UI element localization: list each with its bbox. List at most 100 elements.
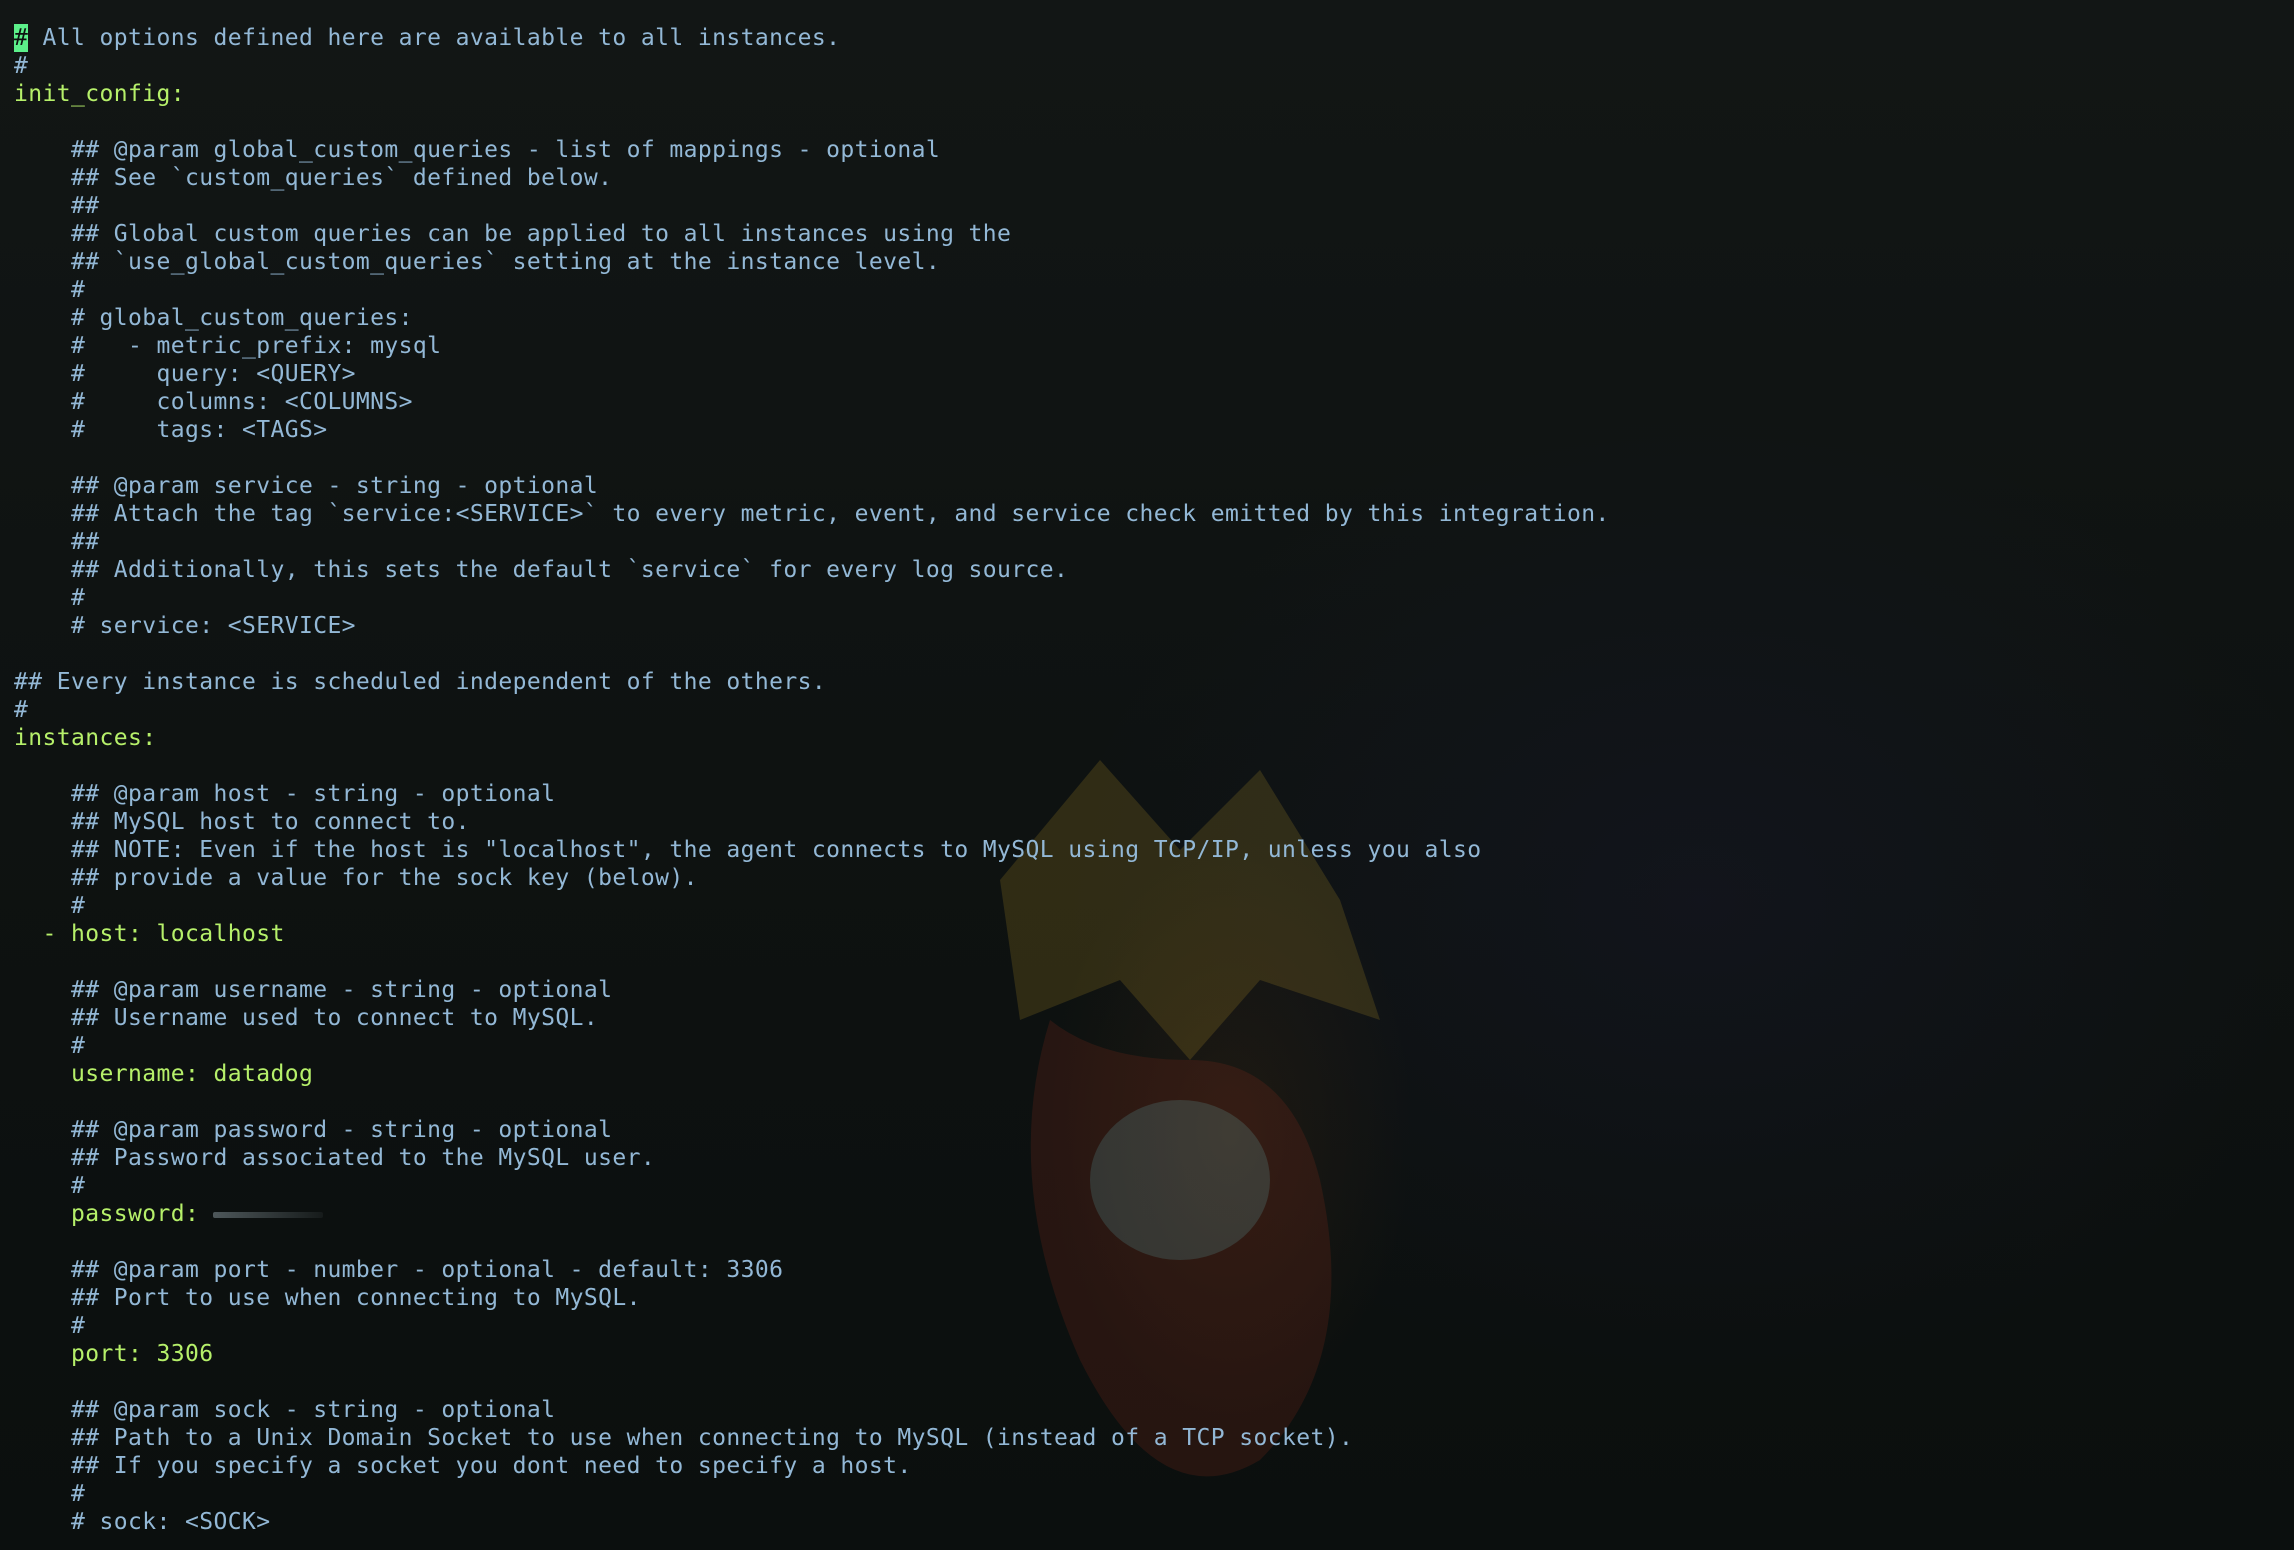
code-line[interactable]: # <box>14 1172 1610 1200</box>
code-line[interactable]: ## Global custom queries can be applied … <box>14 220 1610 248</box>
code-line[interactable]: - host: localhost <box>14 920 1610 948</box>
code-line-text: ## <box>14 193 100 219</box>
code-line[interactable]: ## Path to a Unix Domain Socket to use w… <box>14 1424 1610 1452</box>
code-line[interactable]: # <box>14 276 1610 304</box>
terminal-window[interactable]: # All options defined here are available… <box>0 0 2294 1550</box>
code-line-text: ## Username used to connect to MySQL. <box>14 1005 599 1031</box>
code-line[interactable]: # query: <QUERY> <box>14 360 1610 388</box>
code-line[interactable]: # service: <SERVICE> <box>14 612 1610 640</box>
code-line-text: # sock: <SOCK> <box>14 1509 271 1535</box>
code-line[interactable]: instances: <box>14 724 1610 752</box>
code-line[interactable]: ## @param port - number - optional - def… <box>14 1256 1610 1284</box>
code-line[interactable]: ## @param password - string - optional <box>14 1116 1610 1144</box>
code-line[interactable]: ## Username used to connect to MySQL. <box>14 1004 1610 1032</box>
code-line-text: ## Global custom queries can be applied … <box>14 221 1012 247</box>
code-line[interactable]: # <box>14 52 1610 80</box>
code-line[interactable]: ## `use_global_custom_queries` setting a… <box>14 248 1610 276</box>
code-line-text: # <box>14 893 86 919</box>
code-line-text: port: 3306 <box>14 1341 214 1367</box>
code-line-text: # columns: <COLUMNS> <box>14 389 413 415</box>
code-line-text: ## provide a value for the sock key (bel… <box>14 865 698 891</box>
blank-line[interactable] <box>14 444 1610 472</box>
code-line-text: ## Every instance is scheduled independe… <box>14 669 827 695</box>
code-line[interactable]: ## @param service - string - optional <box>14 472 1610 500</box>
blank-line[interactable] <box>14 1368 1610 1396</box>
code-line[interactable]: # tags: <TAGS> <box>14 416 1610 444</box>
code-line[interactable]: ## NOTE: Even if the host is "localhost"… <box>14 836 1610 864</box>
code-line[interactable]: ## <box>14 528 1610 556</box>
code-line[interactable]: ## provide a value for the sock key (bel… <box>14 864 1610 892</box>
code-line-text: ## Port to use when connecting to MySQL. <box>14 1285 641 1311</box>
code-line-text: # <box>14 277 86 303</box>
code-line[interactable]: # <box>14 1480 1610 1508</box>
code-line[interactable]: ## MySQL host to connect to. <box>14 808 1610 836</box>
blank-line[interactable] <box>14 1088 1610 1116</box>
code-line-text: password: <box>14 1201 214 1227</box>
code-line[interactable]: password: <box>14 1200 1610 1228</box>
code-line[interactable]: init_config: <box>14 80 1610 108</box>
code-line-text: ## See `custom_queries` defined below. <box>14 165 613 191</box>
code-line-text: ## @param password - string - optional <box>14 1117 613 1143</box>
code-line[interactable]: # - metric_prefix: mysql <box>14 332 1610 360</box>
code-line-text: # <box>14 1481 86 1507</box>
code-line-text: ## NOTE: Even if the host is "localhost"… <box>14 837 1482 863</box>
code-line[interactable]: # <box>14 696 1610 724</box>
code-line[interactable]: # All options defined here are available… <box>14 24 1610 52</box>
code-line[interactable]: ## @param username - string - optional <box>14 976 1610 1004</box>
code-line-text: ## @param service - string - optional <box>14 473 599 499</box>
code-line[interactable]: ## Additionally, this sets the default `… <box>14 556 1610 584</box>
code-line-text: # tags: <TAGS> <box>14 417 328 443</box>
code-line[interactable]: ## <box>14 192 1610 220</box>
code-line-text: ## `use_global_custom_queries` setting a… <box>14 249 941 275</box>
blank-line[interactable] <box>14 640 1610 668</box>
code-line-text: ## @param sock - string - optional <box>14 1397 556 1423</box>
code-line[interactable]: ## @param host - string - optional <box>14 780 1610 808</box>
code-line-text: # <box>14 53 29 79</box>
code-line-text: instances: <box>14 725 157 751</box>
code-line[interactable]: # columns: <COLUMNS> <box>14 388 1610 416</box>
code-line[interactable]: ## Every instance is scheduled independe… <box>14 668 1610 696</box>
code-line-text: ## If you specify a socket you dont need… <box>14 1453 912 1479</box>
code-line-text: All options defined here are available t… <box>28 25 841 51</box>
code-line[interactable]: # global_custom_queries: <box>14 304 1610 332</box>
code-line-text: # query: <QUERY> <box>14 361 356 387</box>
blank-line[interactable] <box>14 108 1610 136</box>
yaml-config-editor[interactable]: # All options defined here are available… <box>14 24 1610 1536</box>
blank-line[interactable] <box>14 1228 1610 1256</box>
code-line-text: ## @param host - string - optional <box>14 781 556 807</box>
code-line-text: ## @param port - number - optional - def… <box>14 1257 784 1283</box>
text-cursor: # <box>14 24 29 52</box>
code-line-text: # <box>14 1173 86 1199</box>
code-line-text: # <box>14 697 29 723</box>
code-line[interactable]: ## Password associated to the MySQL user… <box>14 1144 1610 1172</box>
blank-line[interactable] <box>14 752 1610 780</box>
code-line[interactable]: ## @param global_custom_queries - list o… <box>14 136 1610 164</box>
code-line[interactable]: ## If you specify a socket you dont need… <box>14 1452 1610 1480</box>
code-line-text: ## Path to a Unix Domain Socket to use w… <box>14 1425 1354 1451</box>
code-line-text: ## @param global_custom_queries - list o… <box>14 137 941 163</box>
code-line[interactable]: # <box>14 1032 1610 1060</box>
code-line[interactable]: # sock: <SOCK> <box>14 1508 1610 1536</box>
code-line-text: # - metric_prefix: mysql <box>14 333 442 359</box>
code-line-text: # <box>14 1313 86 1339</box>
code-line-text: ## Attach the tag `service:<SERVICE>` to… <box>14 501 1610 527</box>
blank-line[interactable] <box>14 948 1610 976</box>
code-line[interactable]: # <box>14 584 1610 612</box>
code-line[interactable]: ## See `custom_queries` defined below. <box>14 164 1610 192</box>
code-line-text: - host: localhost <box>14 921 285 947</box>
code-line[interactable]: port: 3306 <box>14 1340 1610 1368</box>
code-line[interactable]: ## @param sock - string - optional <box>14 1396 1610 1424</box>
code-line-text: ## <box>14 529 100 555</box>
code-line[interactable]: ## Attach the tag `service:<SERVICE>` to… <box>14 500 1610 528</box>
code-line[interactable]: username: datadog <box>14 1060 1610 1088</box>
code-line-text: ## Additionally, this sets the default `… <box>14 557 1069 583</box>
code-line-text: username: datadog <box>14 1061 314 1087</box>
code-line[interactable]: # <box>14 1312 1610 1340</box>
redacted-password-value <box>213 1211 324 1218</box>
code-line-text: # <box>14 1033 86 1059</box>
code-line[interactable]: ## Port to use when connecting to MySQL. <box>14 1284 1610 1312</box>
code-line-text: init_config: <box>14 81 185 107</box>
code-line-text: # service: <SERVICE> <box>14 613 356 639</box>
code-line-text: ## @param username - string - optional <box>14 977 613 1003</box>
code-line[interactable]: # <box>14 892 1610 920</box>
